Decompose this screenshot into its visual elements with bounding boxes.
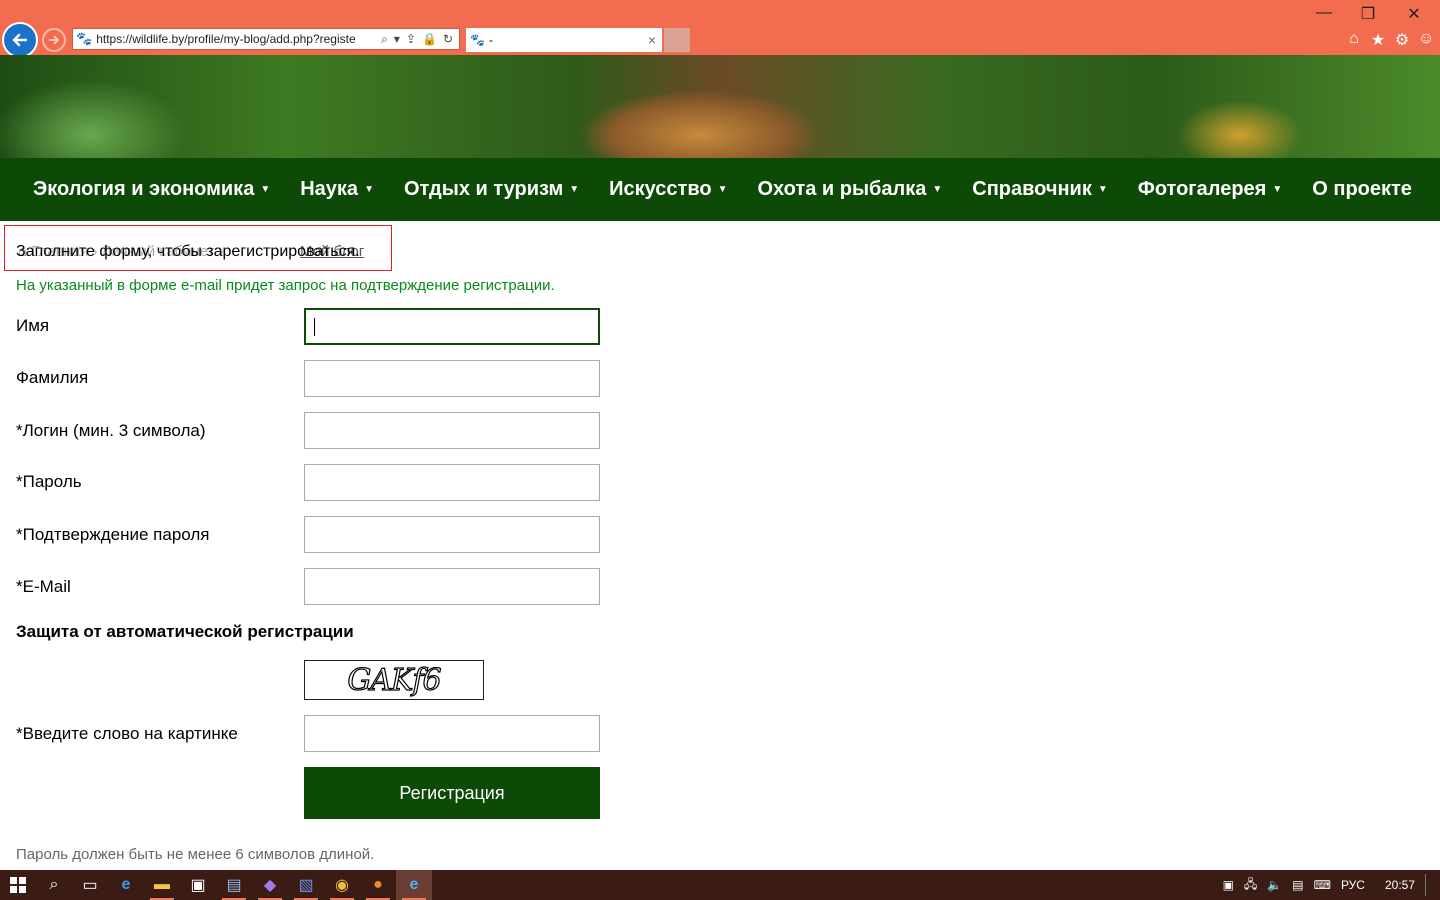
chrome-icon[interactable]: ◉ bbox=[324, 870, 360, 900]
password-label: *Пароль bbox=[16, 472, 82, 491]
caret-down-icon: ▼ bbox=[364, 184, 374, 196]
refresh-icon[interactable]: ↻ bbox=[443, 32, 453, 47]
file-explorer-icon[interactable]: ▬ bbox=[144, 870, 180, 900]
forward-button[interactable] bbox=[42, 28, 66, 52]
caret-down-icon: ▼ bbox=[717, 184, 728, 196]
url-text: https://wildlife.by/profile/my-blog/add.… bbox=[96, 32, 356, 46]
home-icon[interactable]: ⌂ bbox=[1346, 30, 1362, 50]
nav-item-hunting[interactable]: Охота и рыбалка ▼ bbox=[743, 178, 958, 201]
email-label: *E-Mail bbox=[16, 577, 71, 596]
back-button[interactable] bbox=[2, 22, 38, 58]
task-view-icon[interactable]: ▭ bbox=[72, 870, 108, 900]
captcha-label: *Введите слово на картинке bbox=[16, 724, 238, 743]
edge-browser-icon[interactable]: e bbox=[108, 870, 144, 900]
nav-item-about[interactable]: О проекте bbox=[1297, 178, 1427, 201]
captcha-image: GAKf6 bbox=[304, 660, 484, 700]
main-navigation: Экология и экономика ▼ Наука ▼ Отдых и тур… bbox=[0, 158, 1440, 221]
visual-studio-icon[interactable]: ◆ bbox=[252, 870, 288, 900]
arrow-left-icon bbox=[12, 33, 28, 47]
caret-down-icon: ▼ bbox=[1272, 184, 1283, 196]
sql-tool-icon[interactable]: ▧ bbox=[288, 870, 324, 900]
text-cursor bbox=[314, 318, 315, 336]
nav-item-gallery[interactable]: Фотогалерея ▼ bbox=[1123, 178, 1297, 201]
password-confirm-input[interactable] bbox=[304, 516, 600, 553]
last-name-label: Фамилия bbox=[16, 368, 89, 387]
nav-item-tourism[interactable]: Отдых и туризм ▼ bbox=[389, 178, 594, 201]
favorites-star-icon[interactable]: ★ bbox=[1370, 30, 1386, 50]
search-icon[interactable]: ⌕ bbox=[36, 870, 72, 900]
site-paw-icon: 🐾 bbox=[76, 31, 93, 46]
network-icon[interactable]: 🖧 bbox=[1244, 875, 1257, 896]
nav-item-ecology[interactable]: Экология и экономика ▼ bbox=[0, 178, 285, 201]
settings-gear-icon[interactable]: ⚙ bbox=[1394, 30, 1410, 50]
password-confirm-label: *Подтверждение пароля bbox=[16, 525, 210, 544]
password-input[interactable] bbox=[304, 464, 600, 501]
windows-taskbar: ⌕ ▭ e ▬ ▣ ▤ ◆ ▧ ◉ ● e ▣ 🖧 🔈 ▤ ⌨ РУС 20:5… bbox=[0, 870, 1440, 900]
register-button[interactable]: Регистрация bbox=[304, 767, 600, 819]
browser-toolbar: ⌂ ★ ⚙ ☺ bbox=[1346, 30, 1434, 50]
last-name-input[interactable] bbox=[304, 360, 600, 397]
store-icon[interactable]: ▣ bbox=[180, 870, 216, 900]
tray-icon[interactable]: ▣ bbox=[1223, 878, 1234, 892]
lock-icon[interactable]: 🔒 bbox=[422, 32, 437, 47]
show-desktop-button[interactable] bbox=[1425, 874, 1430, 896]
site-paw-icon: 🐾 bbox=[470, 33, 485, 47]
browser-chrome: 🐾 https://wildlife.by/profile/my-blog/ad… bbox=[0, 0, 1440, 58]
caret-down-icon: ▼ bbox=[569, 184, 580, 196]
smiley-feedback-icon[interactable]: ☺ bbox=[1418, 30, 1434, 50]
arrow-right-icon bbox=[49, 35, 60, 45]
minimize-button[interactable]: — bbox=[1304, 4, 1344, 22]
system-tray: ▣ 🖧 🔈 ▤ ⌨ РУС 20:57 bbox=[1223, 870, 1430, 900]
site-banner-image bbox=[0, 55, 1440, 158]
captcha-section-title: Защита от автоматической регистрации bbox=[16, 622, 354, 641]
nav-item-reference[interactable]: Справочник ▼ bbox=[957, 178, 1123, 201]
caret-down-icon: ▼ bbox=[1097, 184, 1108, 196]
caret-down-icon: ▼ bbox=[260, 184, 271, 196]
tab-title: - bbox=[488, 33, 493, 47]
notification-icon[interactable]: ▤ bbox=[1292, 878, 1303, 892]
clock[interactable]: 20:57 bbox=[1385, 878, 1415, 892]
restore-button[interactable]: ❐ bbox=[1348, 4, 1388, 24]
first-name-input[interactable] bbox=[304, 308, 600, 345]
tab-close-icon[interactable]: × bbox=[648, 32, 656, 48]
first-name-label: Имя bbox=[16, 316, 50, 335]
browser-tab[interactable]: 🐾 - × bbox=[466, 28, 662, 52]
form-intro-text: Заполните форму, чтобы зарегистрироватьс… bbox=[16, 243, 360, 260]
language-indicator[interactable]: РУС bbox=[1341, 878, 1365, 892]
search-icon[interactable]: ⌕ bbox=[381, 32, 388, 47]
keyboard-icon[interactable]: ⌨ bbox=[1314, 878, 1331, 892]
email-confirmation-notice: На указанный в форме e-mail придет запро… bbox=[16, 277, 555, 294]
close-window-button[interactable]: ✕ bbox=[1394, 4, 1434, 24]
nav-item-science[interactable]: Наука ▼ bbox=[285, 178, 389, 201]
windows-start-icon[interactable] bbox=[0, 870, 36, 900]
new-tab-button[interactable] bbox=[664, 28, 690, 52]
nav-item-art[interactable]: Искусство ▼ bbox=[594, 178, 742, 201]
internet-explorer-icon[interactable]: e bbox=[396, 870, 432, 900]
password-requirement-note: Пароль должен быть не менее 6 символов д… bbox=[16, 846, 375, 863]
app-icon[interactable]: ▤ bbox=[216, 870, 252, 900]
email-input[interactable] bbox=[304, 568, 600, 605]
caret-down-icon: ▼ bbox=[932, 184, 943, 196]
firefox-icon[interactable]: ● bbox=[360, 870, 396, 900]
login-label: *Логин (мин. 3 символа) bbox=[16, 421, 206, 440]
address-bar[interactable]: 🐾 https://wildlife.by/profile/my-blog/ad… bbox=[72, 28, 460, 50]
volume-icon[interactable]: 🔈 bbox=[1267, 878, 1282, 892]
login-input[interactable] bbox=[304, 412, 600, 449]
captcha-input[interactable] bbox=[304, 715, 600, 752]
dropdown-icon[interactable]: ▾ bbox=[394, 32, 400, 47]
share-icon[interactable]: ⇪ bbox=[406, 32, 416, 47]
